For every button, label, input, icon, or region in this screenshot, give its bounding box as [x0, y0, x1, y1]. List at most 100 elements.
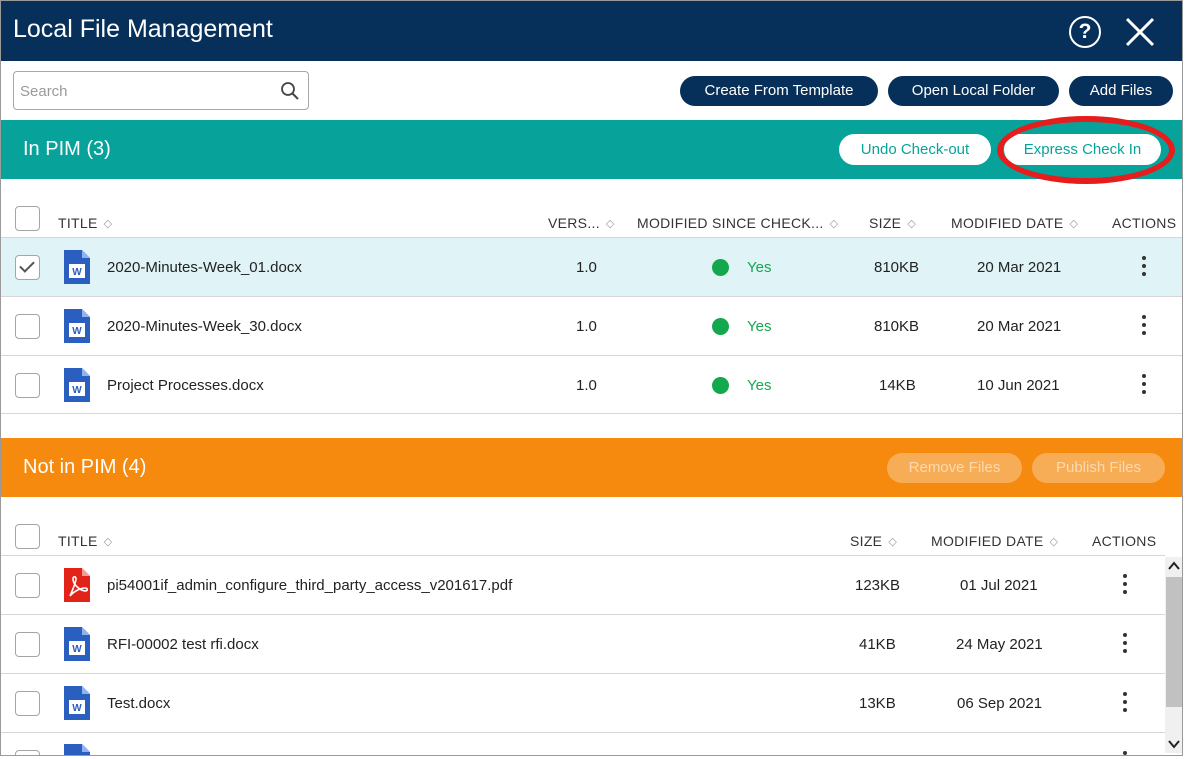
file-size: 123KB	[855, 577, 901, 594]
more-options-icon[interactable]	[1141, 315, 1147, 337]
file-name[interactable]: Test.docx	[107, 695, 170, 712]
column-header-title[interactable]: TITLE ◇	[58, 215, 112, 231]
file-size: 14KB	[879, 377, 916, 394]
column-header-title[interactable]: TITLE ◇	[58, 533, 112, 549]
file-modified-date: 10 Jun 2021	[977, 377, 1060, 394]
open-local-folder-button[interactable]: Open Local Folder	[888, 76, 1059, 106]
sort-icon[interactable]: ◇	[907, 217, 916, 230]
svg-text:W: W	[72, 267, 82, 278]
not-in-pim-title: Not in PIM (4)	[23, 456, 147, 478]
file-modified-date: 20 Mar 2021	[977, 318, 1062, 335]
modified-status: Yes	[747, 318, 772, 335]
local-file-management-dialog: Local File Management ? Create From Temp…	[0, 0, 1183, 756]
word-icon: W	[64, 250, 90, 284]
file-modified-date: 24 May 2021	[956, 636, 1043, 653]
not-in-pim-header: Not in PIM (4) Remove Files Publish File…	[1, 438, 1182, 497]
column-header-size[interactable]: SIZE ◇	[869, 215, 916, 231]
more-options-icon[interactable]	[1122, 751, 1128, 755]
remove-files-button[interactable]: Remove Files	[887, 453, 1022, 483]
chevron-down-icon[interactable]	[1167, 737, 1181, 751]
file-version: 1.0	[576, 318, 597, 335]
sort-icon[interactable]: ◇	[888, 535, 897, 548]
undo-check-out-button[interactable]: Undo Check-out	[839, 134, 991, 165]
row-checkbox[interactable]	[15, 314, 40, 339]
more-options-icon[interactable]	[1122, 692, 1128, 714]
word-icon: W	[64, 368, 90, 402]
divider	[1, 413, 1182, 414]
column-header-actions: ACTIONS	[1092, 533, 1157, 549]
word-icon	[64, 744, 90, 755]
row-checkbox[interactable]	[15, 373, 40, 398]
file-size: 810KB	[874, 259, 920, 276]
file-modified-date: 01 Jul 2021	[960, 577, 1038, 594]
table-row[interactable]: W Test.docx 13KB 06 Sep 2021	[1, 674, 1165, 732]
publish-files-button[interactable]: Publish Files	[1032, 453, 1165, 483]
modified-status: Yes	[747, 259, 772, 276]
more-options-icon[interactable]	[1141, 374, 1147, 396]
status-dot-icon	[712, 318, 729, 335]
search-input[interactable]	[20, 80, 275, 102]
search-box	[13, 71, 309, 110]
file-version: 1.0	[576, 259, 597, 276]
file-version: 1.0	[576, 377, 597, 394]
svg-text:W: W	[72, 703, 82, 714]
row-checkbox[interactable]	[15, 691, 40, 716]
column-header-size[interactable]: SIZE ◇	[850, 533, 897, 549]
status-dot-icon	[712, 377, 729, 394]
select-all-checkbox[interactable]	[15, 206, 40, 231]
file-name[interactable]: 2020-Minutes-Week_30.docx	[107, 318, 302, 335]
more-options-icon[interactable]	[1122, 633, 1128, 655]
table-row[interactable]: W 2020-Minutes-Week_01.docx 1.0 Yes 810K…	[1, 238, 1182, 296]
svg-text:W: W	[72, 385, 82, 396]
file-size: 13KB	[859, 695, 896, 712]
more-options-icon[interactable]	[1122, 574, 1128, 596]
sort-icon[interactable]: ◇	[1070, 217, 1079, 230]
file-name[interactable]: pi54001if_admin_configure_third_party_ac…	[107, 577, 512, 594]
sort-icon[interactable]: ◇	[606, 217, 615, 230]
word-icon: W	[64, 309, 90, 343]
column-header-modified-since[interactable]: MODIFIED SINCE CHECK... ◇	[637, 215, 838, 231]
file-modified-date: 06 Sep 2021	[957, 695, 1043, 712]
table-row[interactable]: W Project Processes.docx 1.0 Yes 14KB 10…	[1, 356, 1182, 414]
table-row[interactable]	[1, 733, 1165, 755]
column-header-version[interactable]: VERS... ◇	[548, 215, 615, 231]
sort-icon[interactable]: ◇	[1050, 535, 1059, 548]
word-icon: W	[64, 627, 90, 661]
scrollbar-thumb[interactable]	[1166, 577, 1182, 707]
table-row[interactable]: pi54001if_admin_configure_third_party_ac…	[1, 556, 1165, 614]
file-name[interactable]: Project Processes.docx	[107, 377, 264, 394]
column-header-modified-date[interactable]: MODIFIED DATE ◇	[951, 215, 1078, 231]
row-checkbox[interactable]	[15, 632, 40, 657]
more-options-icon[interactable]	[1141, 256, 1147, 278]
file-modified-date: 20 Mar 2021	[977, 259, 1062, 276]
row-checkbox[interactable]	[15, 750, 40, 755]
sort-icon[interactable]: ◇	[830, 217, 839, 230]
sort-icon[interactable]: ◇	[104, 217, 113, 230]
scrollbar[interactable]	[1165, 557, 1182, 753]
modified-status: Yes	[747, 377, 772, 394]
in-pim-title: In PIM (3)	[23, 138, 111, 160]
word-icon: W	[64, 686, 90, 720]
chevron-up-icon[interactable]	[1167, 559, 1181, 573]
add-files-button[interactable]: Add Files	[1069, 76, 1173, 106]
close-icon[interactable]	[1123, 15, 1157, 49]
dialog-title: Local File Management	[13, 15, 273, 43]
file-size: 41KB	[859, 636, 896, 653]
file-size: 810KB	[874, 318, 920, 335]
file-name[interactable]: RFI-00002 test rfi.docx	[107, 636, 259, 653]
row-checkbox[interactable]	[15, 573, 40, 598]
help-icon[interactable]: ?	[1069, 16, 1101, 48]
file-name[interactable]: 2020-Minutes-Week_01.docx	[107, 259, 302, 276]
table-row[interactable]: W 2020-Minutes-Week_30.docx 1.0 Yes 810K…	[1, 297, 1182, 355]
search-icon[interactable]	[280, 81, 300, 101]
row-checkbox[interactable]	[15, 255, 40, 280]
table-row[interactable]: W RFI-00002 test rfi.docx 41KB 24 May 20…	[1, 615, 1165, 673]
pdf-icon	[64, 568, 90, 602]
select-all-checkbox[interactable]	[15, 524, 40, 549]
sort-icon[interactable]: ◇	[104, 535, 113, 548]
title-bar: Local File Management ?	[1, 1, 1182, 61]
svg-text:W: W	[72, 326, 82, 337]
create-from-template-button[interactable]: Create From Template	[680, 76, 878, 106]
column-header-actions: ACTIONS	[1112, 215, 1177, 231]
column-header-modified-date[interactable]: MODIFIED DATE ◇	[931, 533, 1058, 549]
